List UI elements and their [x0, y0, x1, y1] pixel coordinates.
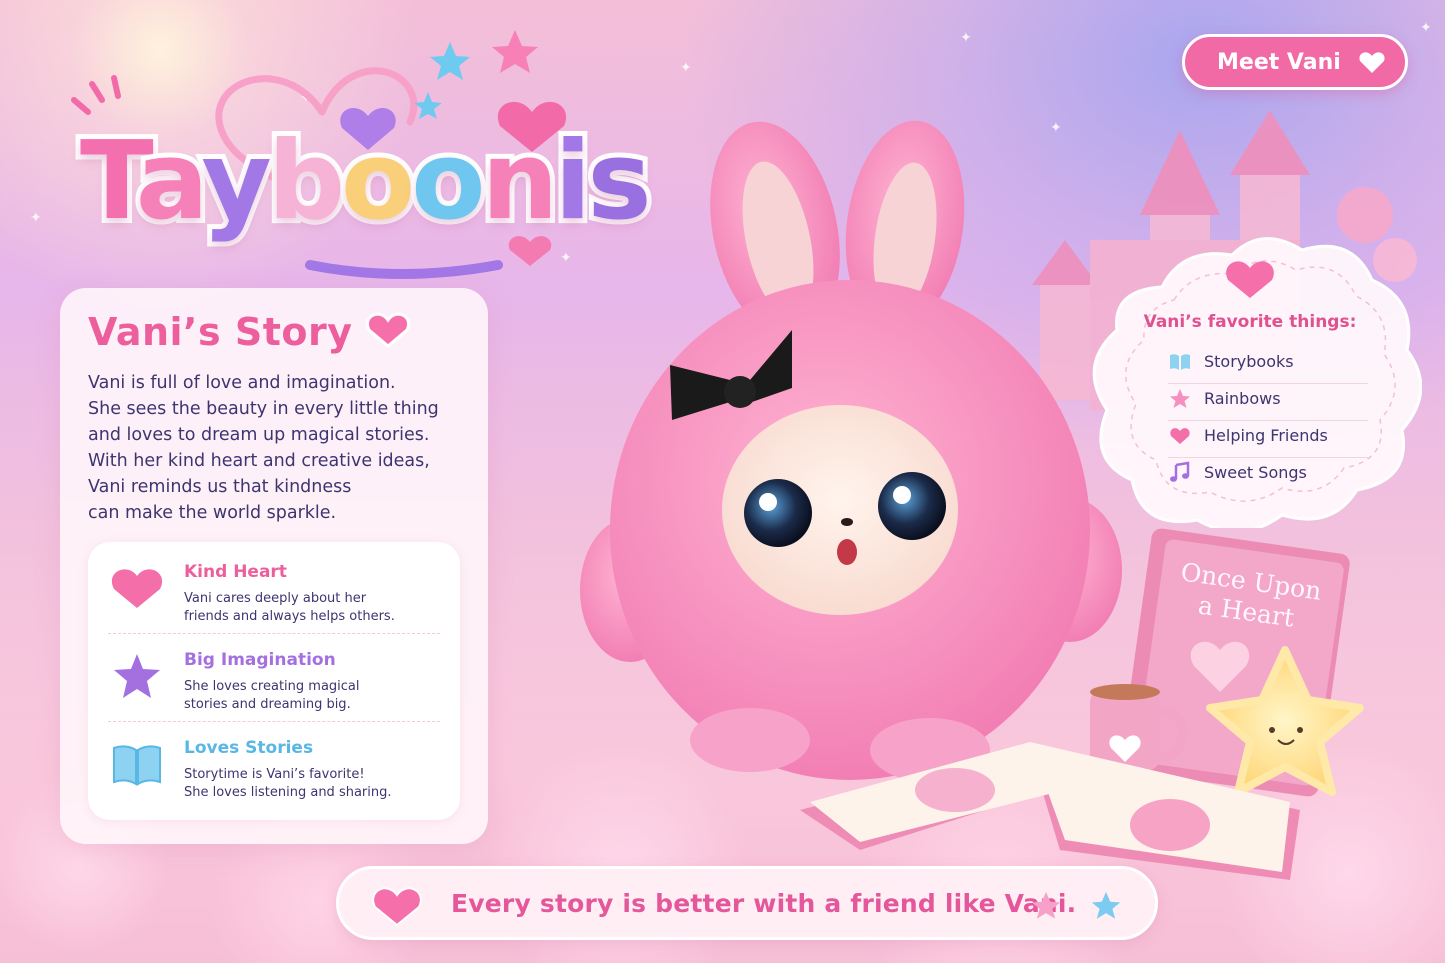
logo-letter: n — [476, 119, 563, 244]
logo-letter: a — [131, 119, 210, 244]
story-line: Vani is full of love and imagination. — [88, 373, 396, 393]
banner-text: Every story is better with a friend like… — [451, 889, 1077, 918]
logo-letter: T — [75, 119, 145, 244]
trait-description: Storytime is Vani’s favorite! She loves … — [184, 767, 392, 800]
story-line: and loves to dream up magical stories. — [88, 425, 430, 445]
favorites-title: Vani’s favorite things: — [1143, 312, 1357, 332]
favorite-item-helping-friends: Helping Friends — [1168, 422, 1368, 458]
sparkle-icon: ✦ — [680, 60, 692, 76]
star-icon — [114, 654, 160, 698]
book-icon — [1170, 354, 1190, 370]
story-title: Vani’s Story — [88, 310, 353, 354]
trait-big-imagination: Big Imagination She loves creating magic… — [88, 634, 460, 722]
traits-card: Kind Heart Vani cares deeply about her f… — [88, 542, 460, 820]
logo-wordmark: Tayboonis — [75, 123, 657, 241]
logo-letter: i — [549, 119, 596, 244]
sparkle-icon: ✦ — [960, 30, 972, 46]
story-panel: Vani’s Story Vani is full of love and im… — [60, 288, 488, 844]
logo-letter: y — [196, 119, 276, 244]
sparkle-icon: ✦ — [30, 210, 42, 226]
story-line: Vani reminds us that kindness — [88, 477, 352, 497]
heart-icon — [372, 887, 422, 927]
trait-title: Kind Heart — [184, 562, 287, 582]
logo-letter: b — [263, 119, 350, 244]
tayboonis-logo: Tayboonis — [60, 20, 657, 290]
meet-vani-button[interactable]: Meet Vani — [1182, 34, 1408, 90]
star-icon — [430, 42, 470, 80]
story-line: With her kind heart and creative ideas, — [88, 451, 430, 471]
favorites-cloud: Vani’s favorite things: Storybooks Rainb… — [1092, 232, 1422, 528]
story-line: She sees the beauty in every little thin… — [88, 399, 439, 419]
trait-loves-stories: Loves Stories Storytime is Vani’s favori… — [88, 722, 460, 810]
heart-icon — [1170, 428, 1190, 444]
heart-icon — [366, 312, 410, 348]
star-icon — [1091, 891, 1121, 919]
star-icon — [414, 92, 442, 119]
story-body: Vani is full of love and imagination. Sh… — [88, 370, 468, 526]
trait-kind-heart: Kind Heart Vani cares deeply about her f… — [88, 546, 460, 634]
logo-letter: o — [336, 119, 420, 244]
bottom-banner: Every story is better with a friend like… — [336, 866, 1158, 940]
trait-description: Vani cares deeply about her friends and … — [184, 591, 395, 624]
logo-letter: o — [406, 119, 490, 244]
story-line: can make the world sparkle. — [88, 503, 337, 523]
heart-icon — [1359, 52, 1385, 73]
favorite-item-rainbows: Rainbows — [1168, 385, 1368, 421]
heart-icon — [111, 569, 163, 608]
meet-vani-label: Meet Vani — [1217, 50, 1341, 75]
sparkle-icon: ✦ — [1420, 20, 1432, 36]
star-icon — [492, 30, 538, 73]
trait-title: Big Imagination — [184, 650, 336, 670]
trait-title: Loves Stories — [184, 738, 314, 758]
star-icon — [1031, 891, 1061, 919]
music-note-icon — [1170, 461, 1190, 482]
trait-description: She loves creating magical stories and d… — [184, 679, 360, 712]
star-icon — [1170, 389, 1190, 408]
favorite-item-sweet-songs: Sweet Songs — [1168, 459, 1368, 489]
favorite-item-storybooks: Storybooks — [1168, 348, 1368, 384]
book-icon — [113, 745, 161, 786]
logo-letter: s — [582, 119, 656, 244]
